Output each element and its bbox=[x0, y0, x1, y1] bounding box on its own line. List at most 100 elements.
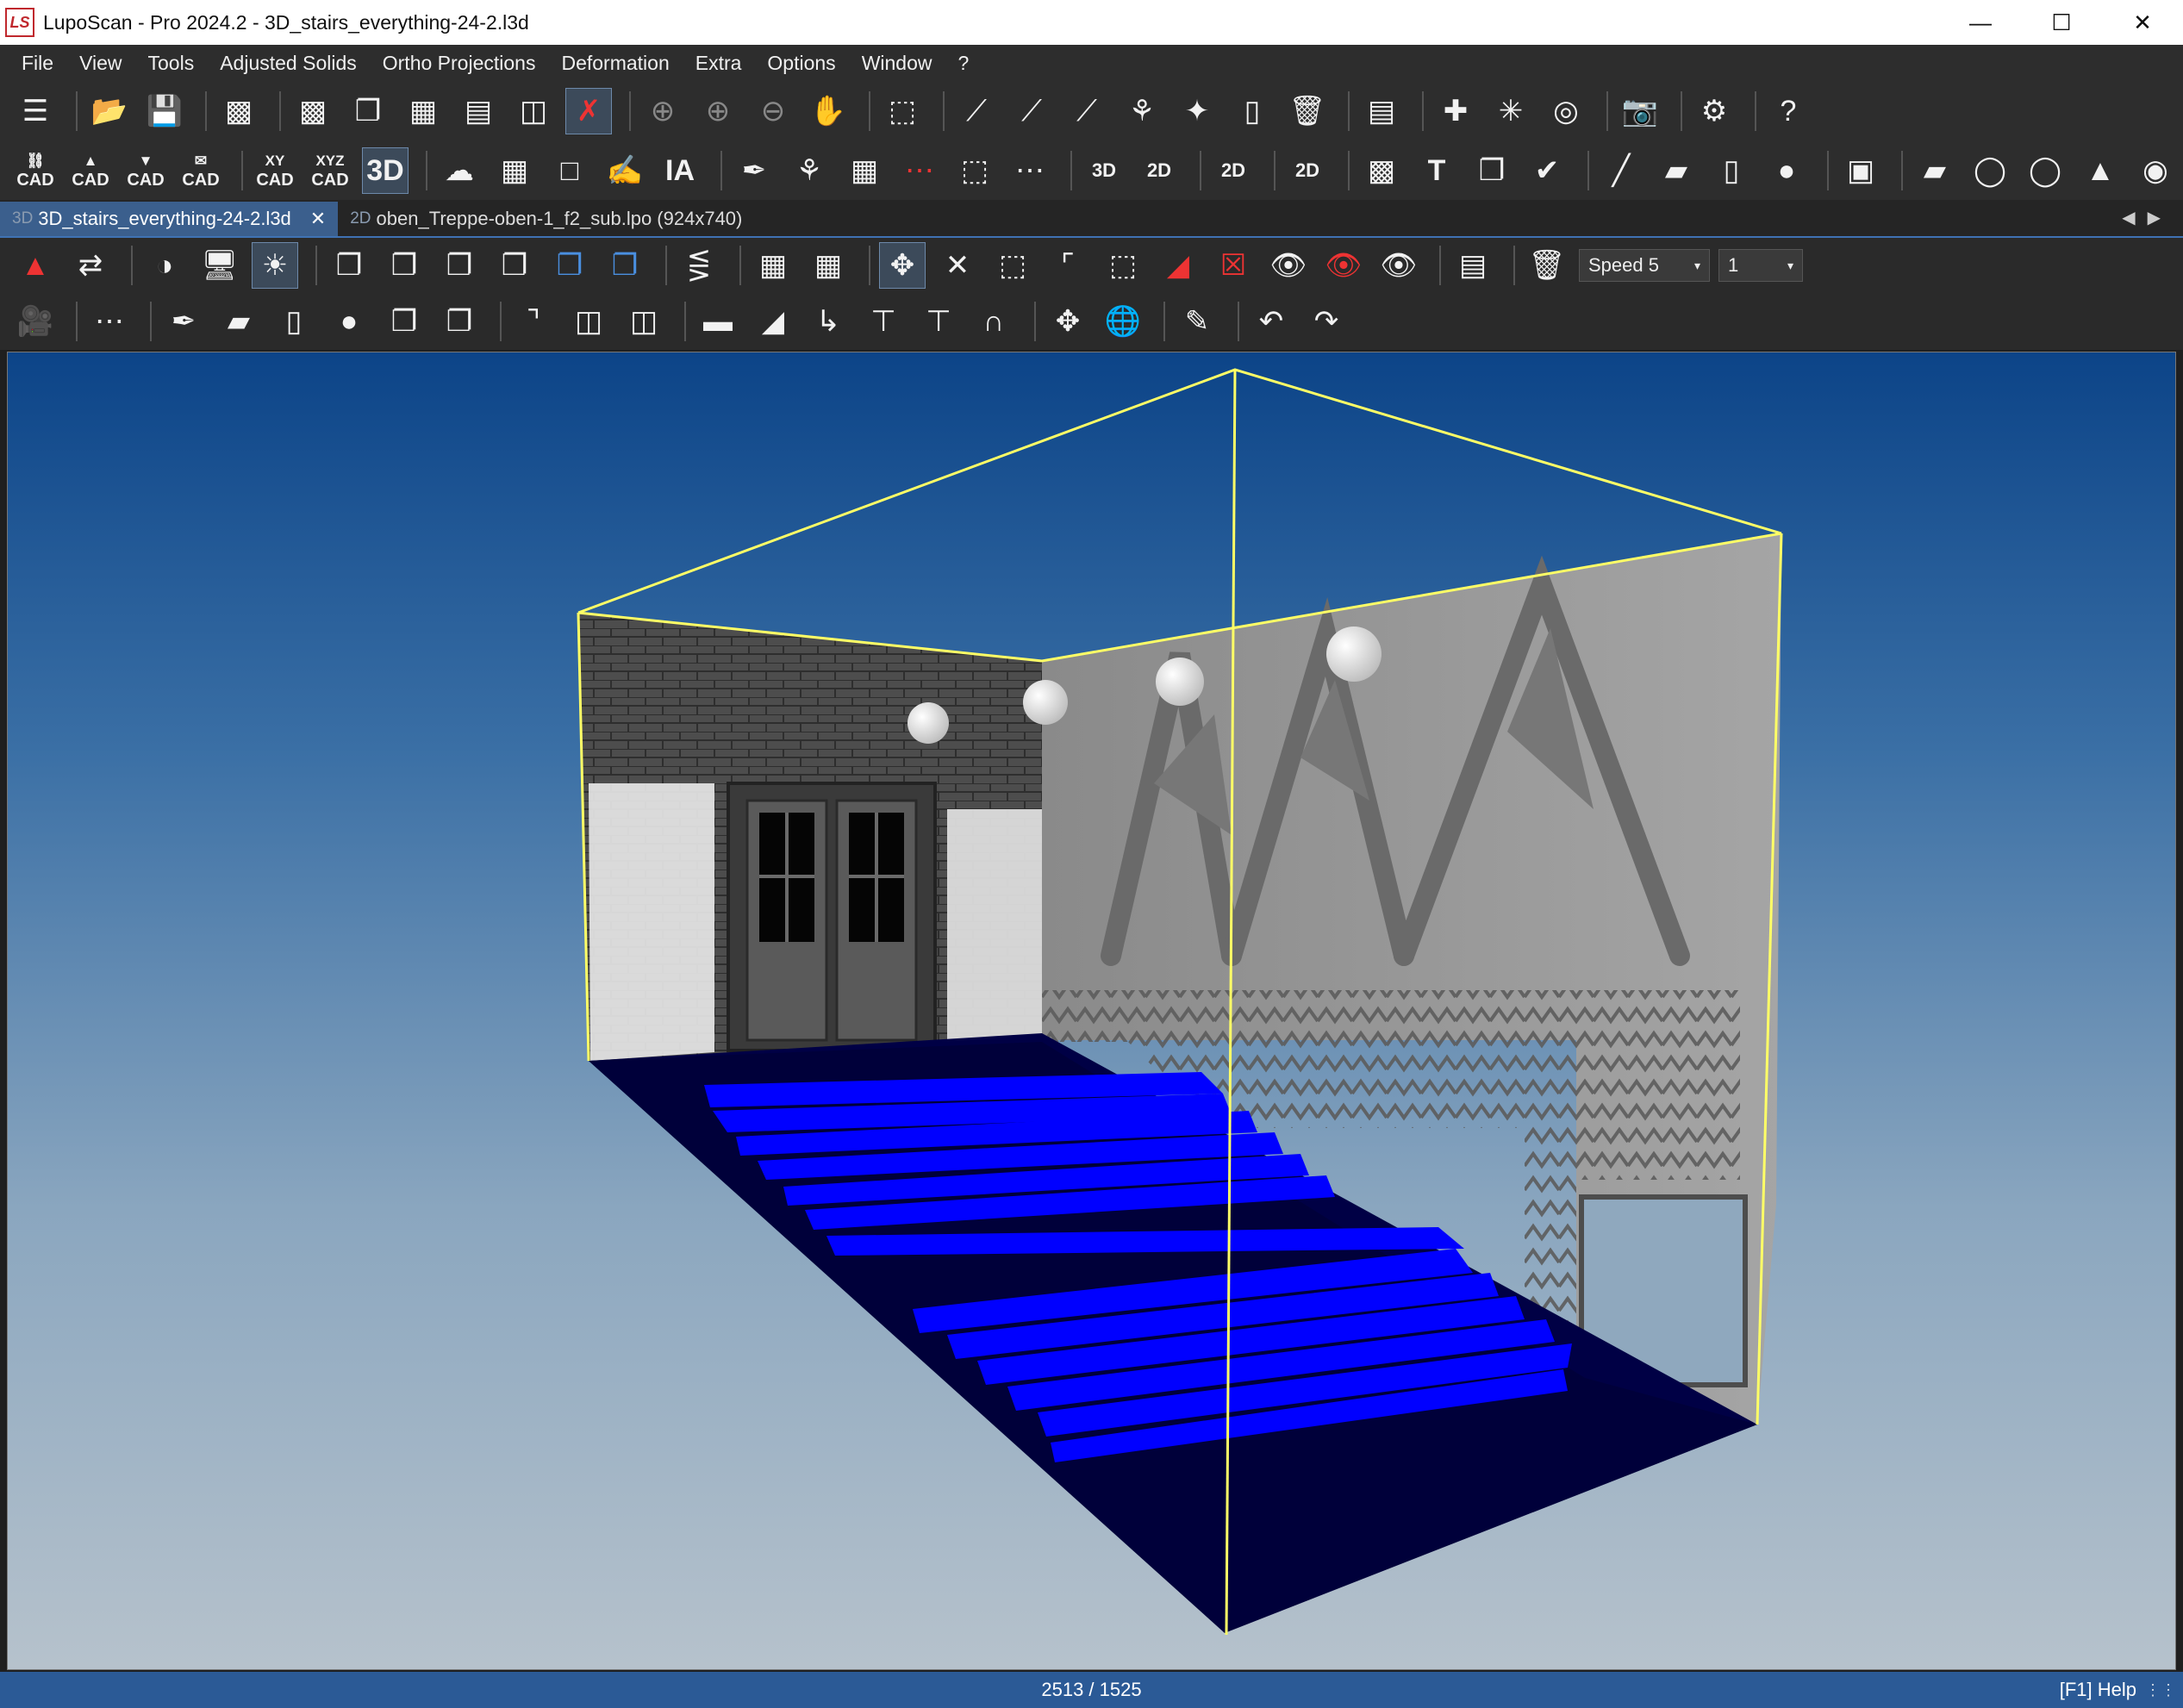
target-star-icon[interactable]: ✳ bbox=[1488, 88, 1534, 134]
globe-icon[interactable]: 🌐 bbox=[1100, 298, 1146, 345]
cylinder-3d-icon[interactable]: ▯ bbox=[271, 298, 317, 345]
corner-icon[interactable]: ⌜ bbox=[1045, 242, 1091, 289]
layers-icon[interactable]: ❐ bbox=[1469, 147, 1515, 194]
cylinder-icon[interactable]: ▯ bbox=[1708, 147, 1755, 194]
delete-icon[interactable]: 🗑 bbox=[1524, 242, 1570, 289]
maximize-button[interactable]: ☐ bbox=[2021, 0, 2102, 45]
cone-solid-icon[interactable]: ▲ bbox=[2077, 147, 2124, 194]
tab-3d-stairs[interactable]: 3D 3D_stairs_everything-24-2.l3d ✕ bbox=[0, 202, 339, 236]
menu-options[interactable]: Options bbox=[754, 52, 848, 75]
eraser-icon[interactable]: ▯ bbox=[1229, 88, 1275, 134]
2d-info-button[interactable]: 2D bbox=[1284, 147, 1331, 194]
resize-grip-icon[interactable]: ⋮⋮ bbox=[2145, 1681, 2176, 1699]
tab-close-icon[interactable]: ✕ bbox=[310, 208, 326, 230]
2d-viewpoint-button[interactable]: 2D bbox=[1136, 147, 1182, 194]
corner-line-icon[interactable]: ⌝ bbox=[510, 298, 557, 345]
eye-hidden-icon[interactable]: 👁 bbox=[1320, 242, 1367, 289]
grid-icon[interactable]: ▦ bbox=[805, 242, 851, 289]
close-window-button[interactable]: ✕ bbox=[2102, 0, 2183, 45]
pipette-3d-icon[interactable]: ✒ bbox=[160, 298, 207, 345]
cube-front-icon[interactable]: ❐ bbox=[326, 242, 372, 289]
menu-file[interactable]: File bbox=[9, 52, 66, 75]
grid-tiles-icon[interactable]: ▦ bbox=[841, 147, 888, 194]
eye-icon[interactable]: 👁 bbox=[1265, 242, 1312, 289]
menu-adjusted-solids[interactable]: Adjusted Solids bbox=[207, 52, 370, 75]
book-icon[interactable]: ◫ bbox=[621, 298, 667, 345]
cross-axes-icon[interactable]: ✕ bbox=[934, 242, 981, 289]
dashed-select-icon[interactable]: ⬚ bbox=[1100, 242, 1146, 289]
undo-icon[interactable]: ↶ bbox=[1248, 298, 1294, 345]
text-tool-button[interactable]: T bbox=[1413, 147, 1460, 194]
cylinder-solid-icon[interactable]: ◯ bbox=[1967, 147, 2013, 194]
cube-right-icon[interactable]: ❐ bbox=[491, 242, 538, 289]
tile-vertical-icon[interactable]: ◫ bbox=[510, 88, 557, 134]
plane-3d-icon[interactable]: ▰ bbox=[215, 298, 262, 345]
cube-back-icon[interactable]: ❐ bbox=[381, 242, 427, 289]
tile-windows-icon[interactable]: ▦ bbox=[400, 88, 446, 134]
axes-icon[interactable]: ✥ bbox=[879, 242, 926, 289]
move-arrows-icon[interactable]: ✥ bbox=[1045, 298, 1091, 345]
query-tool-icon[interactable]: ✍ bbox=[602, 147, 648, 194]
cad-mail-button[interactable]: ✉ CAD bbox=[178, 147, 224, 194]
sphere-icon[interactable]: ● bbox=[1763, 147, 1810, 194]
3d-viewpoint-button[interactable]: 3D bbox=[1081, 147, 1127, 194]
mode-3d-button[interactable]: 3D bbox=[362, 147, 409, 194]
box-3d-icon[interactable]: ❐ bbox=[381, 298, 427, 345]
select-rectangle-icon[interactable]: ⬚ bbox=[879, 88, 926, 134]
magic-wand-icon[interactable]: ✦ bbox=[1174, 88, 1220, 134]
beam-end-icon[interactable]: ◢ bbox=[750, 298, 796, 345]
tab-2d-ortho[interactable]: 2D oben_Treppe-oben-1_f2_sub.lpo (924x74… bbox=[338, 202, 754, 236]
gear-icon[interactable]: ⚙ bbox=[1691, 88, 1737, 134]
beam-icon[interactable]: ▬ bbox=[695, 298, 741, 345]
mesh-icon[interactable]: ▦ bbox=[491, 147, 538, 194]
cad-xy-button[interactable]: XY CAD bbox=[252, 147, 298, 194]
line-tool-b-icon[interactable]: ⟋ bbox=[1008, 88, 1055, 134]
minimize-button[interactable]: — bbox=[1940, 0, 2021, 45]
redo-icon[interactable]: ↷ bbox=[1303, 298, 1350, 345]
open-book-icon[interactable]: ◫ bbox=[565, 298, 612, 345]
cascade-windows-icon[interactable]: ❐ bbox=[345, 88, 391, 134]
cad-down-button[interactable]: ▼ CAD bbox=[122, 147, 169, 194]
torus-solid-icon[interactable]: ◉ bbox=[2132, 147, 2179, 194]
point-cloud-icon[interactable]: ☁ bbox=[436, 147, 483, 194]
zoom-in-icon[interactable]: ⊕ bbox=[695, 88, 741, 134]
menu-extra[interactable]: Extra bbox=[683, 52, 755, 75]
menu-deformation[interactable]: Deformation bbox=[548, 52, 682, 75]
line-draw-icon[interactable]: ╱ bbox=[1598, 147, 1644, 194]
viewport-3d[interactable] bbox=[7, 352, 2176, 1670]
check-list-icon[interactable]: ✔ bbox=[1524, 147, 1570, 194]
target-circle-icon[interactable]: ◎ bbox=[1543, 88, 1589, 134]
cube-left-icon[interactable]: ❐ bbox=[436, 242, 483, 289]
t-profile-icon[interactable]: ⊤ bbox=[860, 298, 907, 345]
zoom-out-icon[interactable]: ⊖ bbox=[750, 88, 796, 134]
cube-top-icon[interactable]: ❐ bbox=[546, 242, 593, 289]
video-camera-icon[interactable]: 🎥 bbox=[12, 298, 59, 345]
pipette-icon[interactable]: ✒ bbox=[731, 147, 777, 194]
ruler-icon[interactable]: ▤ bbox=[1358, 88, 1405, 134]
line-tool-a-icon[interactable]: ⟋ bbox=[953, 88, 1000, 134]
project-tree-icon[interactable]: ☰ bbox=[12, 88, 59, 134]
query-region-icon[interactable]: □ bbox=[546, 147, 593, 194]
menu-ortho-projections[interactable]: Ortho Projections bbox=[370, 52, 549, 75]
menu-view[interactable]: View bbox=[66, 52, 134, 75]
select-point-icon[interactable]: ⬚ bbox=[989, 242, 1036, 289]
speed-select[interactable]: Speed 5 ▾ bbox=[1579, 249, 1710, 282]
t-joint-icon[interactable]: ⊤ bbox=[915, 298, 962, 345]
dot-grid-icon[interactable]: ⋯ bbox=[86, 298, 133, 345]
dots-row-icon[interactable]: ⋯ bbox=[1007, 147, 1053, 194]
trash-icon[interactable]: 🗑 bbox=[1284, 88, 1331, 134]
cube-bottom-icon[interactable]: ❐ bbox=[602, 242, 648, 289]
red-cross-select-icon[interactable]: ☒ bbox=[1210, 242, 1257, 289]
shapes-icon[interactable]: ▲ bbox=[12, 242, 59, 289]
open-folder-icon[interactable]: 📂 bbox=[86, 88, 133, 134]
checker-icon[interactable]: ▩ bbox=[1358, 147, 1405, 194]
eye-slash-icon[interactable]: 👁 bbox=[1375, 242, 1422, 289]
fill-bucket-icon[interactable]: ⚘ bbox=[1119, 88, 1165, 134]
sphere-3d-icon[interactable]: ● bbox=[326, 298, 372, 345]
broom-icon[interactable]: ✎ bbox=[1174, 298, 1220, 345]
measure-icon[interactable]: ▤ bbox=[1450, 242, 1496, 289]
red-fill-select-icon[interactable]: ◢ bbox=[1155, 242, 1201, 289]
pan-hand-icon[interactable]: ✋ bbox=[805, 88, 851, 134]
menu-tools[interactable]: Tools bbox=[135, 52, 208, 75]
cad-xyz-button[interactable]: XYZ CAD bbox=[307, 147, 353, 194]
